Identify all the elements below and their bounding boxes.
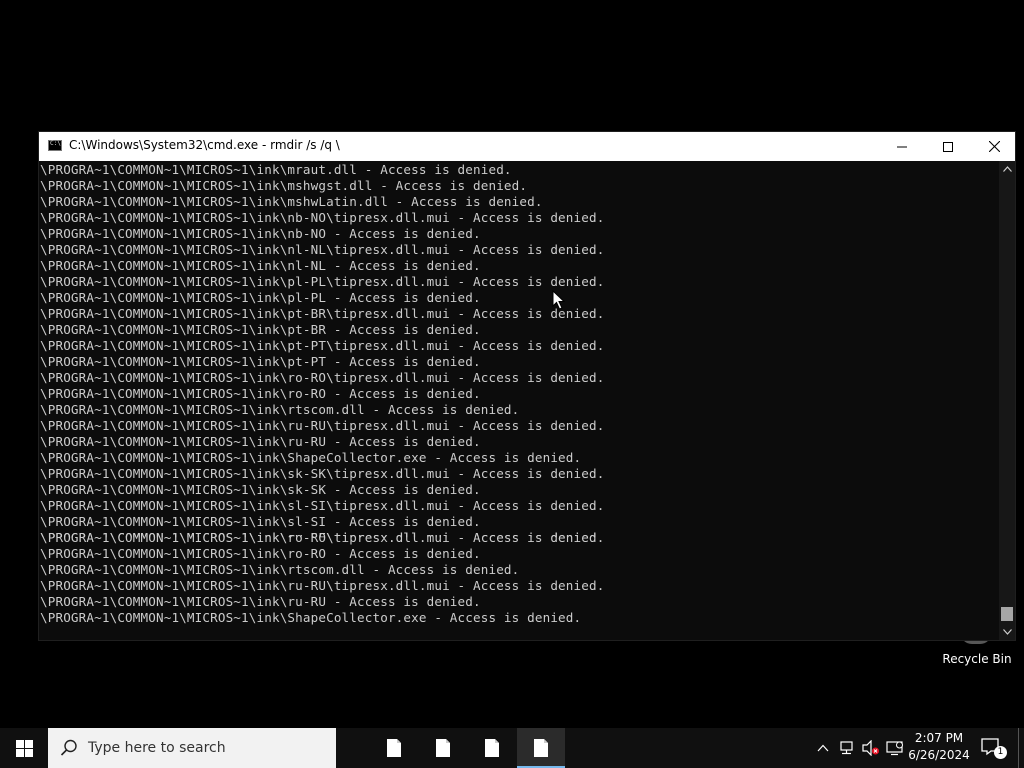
console-line: \PROGRA~1\COMMON~1\MICROS~1\ink\pt-PT - … — [40, 354, 481, 369]
windows-logo-icon — [15, 739, 33, 757]
notification-badge: 1 — [994, 746, 1007, 759]
show-desktop-button[interactable] — [1018, 728, 1024, 768]
console-line: \PROGRA~1\COMMON~1\MICROS~1\ink\rtscom.d… — [40, 402, 520, 417]
console-line: \PROGRA~1\COMMON~1\MICROS~1\ink\sk-SK\ti… — [40, 466, 605, 481]
console-line: \PROGRA~1\COMMON~1\MICROS~1\ink\rtscom.d… — [40, 562, 520, 577]
document-icon — [534, 739, 548, 757]
console-line: \PROGRA~1\COMMON~1\MICROS~1\ink\ru-RU - … — [40, 594, 481, 609]
console-line: \PROGRA~1\COMMON~1\MICROS~1\ink\ru-RU - … — [40, 434, 481, 449]
network-disconnected-icon — [840, 741, 853, 755]
search-placeholder: Type here to search — [88, 740, 226, 756]
console-line: \PROGRA~1\COMMON~1\MICROS~1\ink\mraut.dl… — [40, 162, 512, 177]
console-line: \PROGRA~1\COMMON~1\MICROS~1\ink\pt-PT\ti… — [40, 338, 605, 353]
scrollbar-thumb[interactable] — [1001, 607, 1013, 621]
scroll-down-button[interactable] — [999, 624, 1015, 640]
console-line: \PROGRA~1\COMMON~1\MICROS~1\ink\nb-NO\ti… — [40, 210, 605, 225]
scroll-up-button[interactable] — [999, 161, 1015, 177]
console-line: \PROGRA~1\COMMON~1\MICROS~1\ink\sk-SK - … — [40, 482, 481, 497]
chevron-down-icon — [1002, 629, 1012, 635]
console-line: \PROGRA~1\COMMON~1\MICROS~1\ink\mshwgst.… — [40, 178, 528, 193]
volume-button[interactable] — [861, 738, 881, 758]
clock-time: 2:07 PM — [914, 731, 964, 745]
clock-date: 6/26/2024 — [908, 748, 970, 762]
console-output[interactable]: \PROGRA~1\COMMON~1\MICROS~1\ink\sv-SE\ti… — [39, 161, 999, 640]
network-icon[interactable] — [837, 738, 857, 758]
console-line: \PROGRA~1\COMMON~1\MICROS~1\ink\pl-PL - … — [40, 290, 481, 305]
document-icon — [436, 739, 450, 757]
taskbar-app-2[interactable] — [419, 728, 467, 768]
console-line: \PROGRA~1\COMMON~1\MICROS~1\ink\ro-RO - … — [40, 386, 481, 401]
console-line: \PROGRA~1\COMMON~1\MICROS~1\ink\ro-RO\ti… — [40, 530, 605, 545]
notifications-button[interactable]: 1 — [980, 736, 1007, 760]
console-line: \PROGRA~1\COMMON~1\MICROS~1\ink\sl-SI - … — [40, 514, 481, 529]
document-icon — [485, 739, 499, 757]
close-button[interactable] — [971, 132, 1017, 161]
minimize-button[interactable] — [879, 132, 925, 161]
console-line: \PROGRA~1\COMMON~1\MICROS~1\ink\nl-NL - … — [40, 258, 481, 273]
console-line: \PROGRA~1\COMMON~1\MICROS~1\ink\ShapeCol… — [40, 610, 582, 625]
console-line: \PROGRA~1\COMMON~1\MICROS~1\ink\pl-PL\ti… — [40, 274, 605, 289]
taskbar-app-1[interactable] — [370, 728, 418, 768]
volume-muted-icon — [862, 740, 879, 756]
cmd-app-icon[interactable] — [48, 140, 62, 151]
console-line: \PROGRA~1\COMMON~1\MICROS~1\ink\pt-BR\ti… — [40, 306, 605, 321]
close-icon — [988, 141, 1000, 152]
vertical-scrollbar[interactable] — [999, 161, 1015, 640]
search-icon — [60, 739, 77, 756]
console-line: \PROGRA~1\COMMON~1\MICROS~1\ink\mshwLati… — [40, 194, 543, 209]
taskbar: Type here to search 2:07 PM 6/26/2024 1 — [0, 728, 1024, 768]
show-hidden-icons-button[interactable] — [813, 738, 833, 758]
console-line: \PROGRA~1\COMMON~1\MICROS~1\ink\nl-NL\ti… — [40, 242, 605, 257]
taskbar-search-box[interactable]: Type here to search — [48, 728, 336, 768]
window-titlebar[interactable]: C:\Windows\System32\cmd.exe - rmdir /s /… — [39, 132, 1015, 161]
chevron-up-icon — [1002, 166, 1012, 172]
action-center-tray-button[interactable] — [885, 738, 905, 758]
cmd-window: C:\Windows\System32\cmd.exe - rmdir /s /… — [38, 131, 1016, 641]
taskbar-app-3[interactable] — [468, 728, 516, 768]
mouse-cursor-icon — [552, 290, 566, 310]
taskbar-app-4-active[interactable] — [517, 728, 565, 768]
console-line: \PROGRA~1\COMMON~1\MICROS~1\ink\nb-NO - … — [40, 226, 481, 241]
console-line: \PROGRA~1\COMMON~1\MICROS~1\ink\sl-SI\ti… — [40, 498, 605, 513]
console-line: \PROGRA~1\COMMON~1\MICROS~1\ink\ru-RU\ti… — [40, 418, 605, 433]
document-icon — [387, 739, 401, 757]
display-icon — [886, 741, 903, 756]
console-line: \PROGRA~1\COMMON~1\MICROS~1\ink\ru-RU\ti… — [40, 578, 605, 593]
maximize-icon — [943, 141, 953, 152]
taskbar-clock[interactable]: 2:07 PM 6/26/2024 — [908, 730, 970, 766]
recycle-bin-label: Recycle Bin — [942, 652, 1012, 666]
minimize-icon — [897, 146, 907, 147]
start-button[interactable] — [0, 728, 48, 768]
window-title: C:\Windows\System32\cmd.exe - rmdir /s /… — [69, 138, 340, 152]
console-line: \PROGRA~1\COMMON~1\MICROS~1\ink\ro-RO\ti… — [40, 370, 605, 385]
console-line: \PROGRA~1\COMMON~1\MICROS~1\ink\ro-RO - … — [40, 546, 481, 561]
console-line: \PROGRA~1\COMMON~1\MICROS~1\ink\ShapeCol… — [40, 450, 582, 465]
chevron-up-icon — [817, 744, 829, 752]
console-line: \PROGRA~1\COMMON~1\MICROS~1\ink\pt-BR - … — [40, 322, 481, 337]
maximize-button[interactable] — [925, 132, 971, 161]
